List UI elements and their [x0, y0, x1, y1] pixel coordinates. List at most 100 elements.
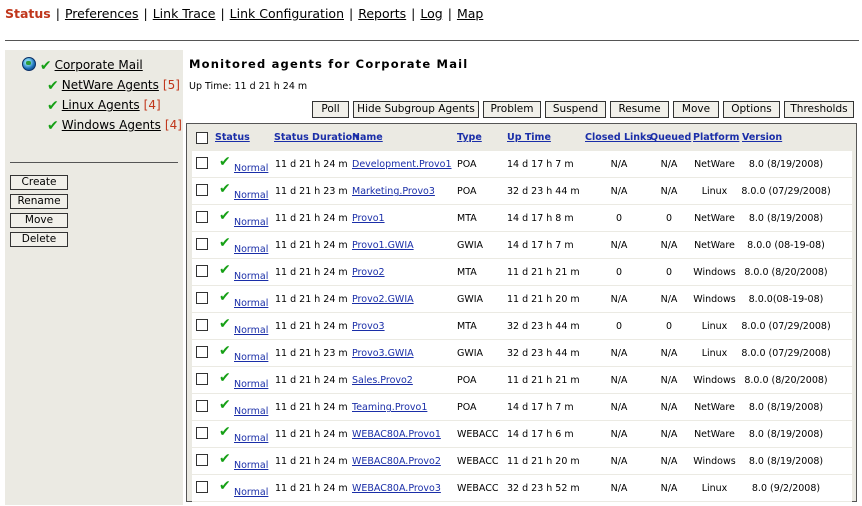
row-checkbox[interactable]	[196, 292, 208, 304]
tree-item-label[interactable]: Linux Agents	[62, 98, 140, 112]
suspend-button[interactable]: Suspend	[545, 101, 606, 118]
status-link[interactable]: Normal	[234, 190, 268, 201]
tree-item-linux-agents[interactable]: ✔ Linux Agents [4]	[47, 98, 161, 114]
status-link[interactable]: Normal	[234, 379, 268, 390]
status-duration-cell: 11 d 21 h 23 m	[275, 348, 348, 359]
row-checkbox[interactable]	[196, 184, 208, 196]
row-checkbox[interactable]	[196, 454, 208, 466]
status-link[interactable]: Normal	[234, 487, 268, 498]
agent-name-link[interactable]: Marketing.Provo3	[352, 186, 435, 197]
delete-button[interactable]: Delete	[10, 232, 68, 247]
nav-status[interactable]: Status	[5, 6, 51, 21]
status-link[interactable]: Normal	[234, 460, 268, 471]
row-checkbox[interactable]	[196, 319, 208, 331]
table-row[interactable]: ✔ Normal 11 d 21 h 24 m Sales.Provo2 POA 11 d…	[192, 367, 852, 394]
column-version[interactable]: Version	[742, 132, 782, 143]
column-type[interactable]: Type	[457, 132, 482, 143]
check-icon: ✔	[219, 181, 231, 197]
row-checkbox[interactable]	[196, 157, 208, 169]
table-row[interactable]: ✔ Normal 11 d 21 h 24 m Provo1.GWIA GWIA 14 d…	[192, 232, 852, 259]
version-cell: 8.0 (8/19/2008)	[748, 429, 824, 440]
check-icon: ✔	[219, 154, 231, 170]
column-name[interactable]: Name	[352, 132, 383, 143]
agent-name-link[interactable]: Provo3.GWIA	[352, 348, 414, 359]
agent-name-link[interactable]: Provo1	[352, 213, 385, 224]
status-link[interactable]: Normal	[234, 217, 268, 228]
rename-button[interactable]: Rename	[10, 194, 68, 209]
table-row[interactable]: ✔ Normal 11 d 21 h 24 m Provo2.GWIA GWIA 11 d…	[192, 286, 852, 313]
table-row[interactable]: ✔ Normal 11 d 21 h 23 m Provo3.GWIA GWIA 32 d…	[192, 340, 852, 367]
nav-link-trace[interactable]: Link Trace	[153, 6, 216, 21]
table-header: Status Status Duration Name Type Up Time…	[187, 124, 856, 151]
poll-button[interactable]: Poll	[312, 101, 349, 118]
table-row[interactable]: ✔ Normal 11 d 21 h 23 m Marketing.Provo3 POA…	[192, 178, 852, 205]
agent-name-link[interactable]: Provo2.GWIA	[352, 294, 414, 305]
tree-item-label[interactable]: Windows Agents	[62, 118, 161, 132]
type-cell: GWIA	[457, 240, 484, 251]
status-link[interactable]: Normal	[234, 244, 268, 255]
table-row[interactable]: ✔ Normal 11 d 21 h 24 m Development.Provo1 P…	[192, 151, 852, 178]
table-row[interactable]: ✔ Normal 11 d 21 h 24 m Provo1 MTA 14 d 17 h …	[192, 205, 852, 232]
status-link[interactable]: Normal	[234, 271, 268, 282]
tree-root-label[interactable]: Corporate Mail	[55, 58, 143, 72]
tree-root-corporate-mail[interactable]: ✔ Corporate Mail	[22, 57, 143, 74]
status-link[interactable]: Normal	[234, 433, 268, 444]
resume-button[interactable]: Resume	[610, 101, 669, 118]
status-link[interactable]: Normal	[234, 163, 268, 174]
tree-item-label[interactable]: NetWare Agents	[62, 78, 159, 92]
row-checkbox[interactable]	[196, 400, 208, 412]
create-button[interactable]: Create	[10, 175, 68, 190]
column-status[interactable]: Status	[215, 132, 250, 143]
table-row[interactable]: ✔ Normal 11 d 21 h 24 m WEBAC80A.Provo2 WEBA…	[192, 448, 852, 475]
nav-log[interactable]: Log	[420, 6, 442, 21]
agent-name-link[interactable]: Sales.Provo2	[352, 375, 413, 386]
agent-name-link[interactable]: Provo2	[352, 267, 385, 278]
table-row[interactable]: ✔ Normal 11 d 21 h 24 m WEBAC80A.Provo3 WEBA…	[192, 475, 852, 502]
status-link[interactable]: Normal	[234, 325, 268, 336]
table-row[interactable]: ✔ Normal 11 d 21 h 24 m WEBAC80A.Provo1 WEBA…	[192, 421, 852, 448]
select-all-checkbox[interactable]	[196, 132, 208, 144]
thresholds-button[interactable]: Thresholds	[784, 101, 854, 118]
agent-name-link[interactable]: Provo1.GWIA	[352, 240, 414, 251]
status-link[interactable]: Normal	[234, 352, 268, 363]
tree-item-netware-agents[interactable]: ✔ NetWare Agents [5]	[47, 78, 180, 94]
nav-map[interactable]: Map	[457, 6, 483, 21]
row-checkbox[interactable]	[196, 238, 208, 250]
row-checkbox[interactable]	[196, 373, 208, 385]
table-row[interactable]: ✔ Normal 11 d 21 h 24 m Provo2 MTA 11 d 21 h …	[192, 259, 852, 286]
agent-name-link[interactable]: WEBAC80A.Provo3	[352, 483, 441, 494]
table-row[interactable]: ✔ Normal 11 d 21 h 24 m Provo3 MTA 32 d 23 h …	[192, 313, 852, 340]
options-button[interactable]: Options	[723, 101, 780, 118]
row-checkbox[interactable]	[196, 481, 208, 493]
tree-item-windows-agents[interactable]: ✔ Windows Agents [4]	[47, 118, 182, 134]
agent-name-link[interactable]: Provo3	[352, 321, 385, 332]
uptime-cell: 11 d 21 h 21 m	[507, 375, 580, 386]
nav-reports[interactable]: Reports	[358, 6, 406, 21]
agent-name-link[interactable]: WEBAC80A.Provo2	[352, 456, 441, 467]
move-agent-button[interactable]: Move	[673, 101, 719, 118]
row-checkbox[interactable]	[196, 211, 208, 223]
row-checkbox[interactable]	[196, 265, 208, 277]
row-checkbox[interactable]	[196, 346, 208, 358]
row-checkbox[interactable]	[196, 427, 208, 439]
column-platform[interactable]: Platform	[693, 132, 739, 143]
status-link[interactable]: Normal	[234, 406, 268, 417]
status-link[interactable]: Normal	[234, 298, 268, 309]
hide-subgroup-agents-button[interactable]: Hide Subgroup Agents	[353, 101, 479, 118]
uptime-cell: 32 d 23 h 44 m	[507, 348, 580, 359]
version-cell: 8.0 (8/19/2008)	[748, 159, 824, 170]
column-closed-links[interactable]: Closed Links	[585, 132, 652, 143]
uptime-cell: 32 d 23 h 44 m	[507, 186, 580, 197]
agent-name-link[interactable]: Development.Provo1	[352, 159, 452, 170]
table-row[interactable]: ✔ Normal 11 d 21 h 24 m Teaming.Provo1 POA 14…	[192, 394, 852, 421]
column-up-time[interactable]: Up Time	[507, 132, 551, 143]
column-status-duration[interactable]: Status Duration	[274, 132, 359, 143]
problem-button[interactable]: Problem	[483, 101, 541, 118]
column-queued[interactable]: Queued	[650, 132, 691, 143]
agent-name-link[interactable]: WEBAC80A.Provo1	[352, 429, 441, 440]
nav-preferences[interactable]: Preferences	[65, 6, 139, 21]
move-group-button[interactable]: Move	[10, 213, 68, 228]
check-icon: ✔	[219, 397, 231, 413]
agent-name-link[interactable]: Teaming.Provo1	[352, 402, 427, 413]
nav-link-configuration[interactable]: Link Configuration	[230, 6, 344, 21]
